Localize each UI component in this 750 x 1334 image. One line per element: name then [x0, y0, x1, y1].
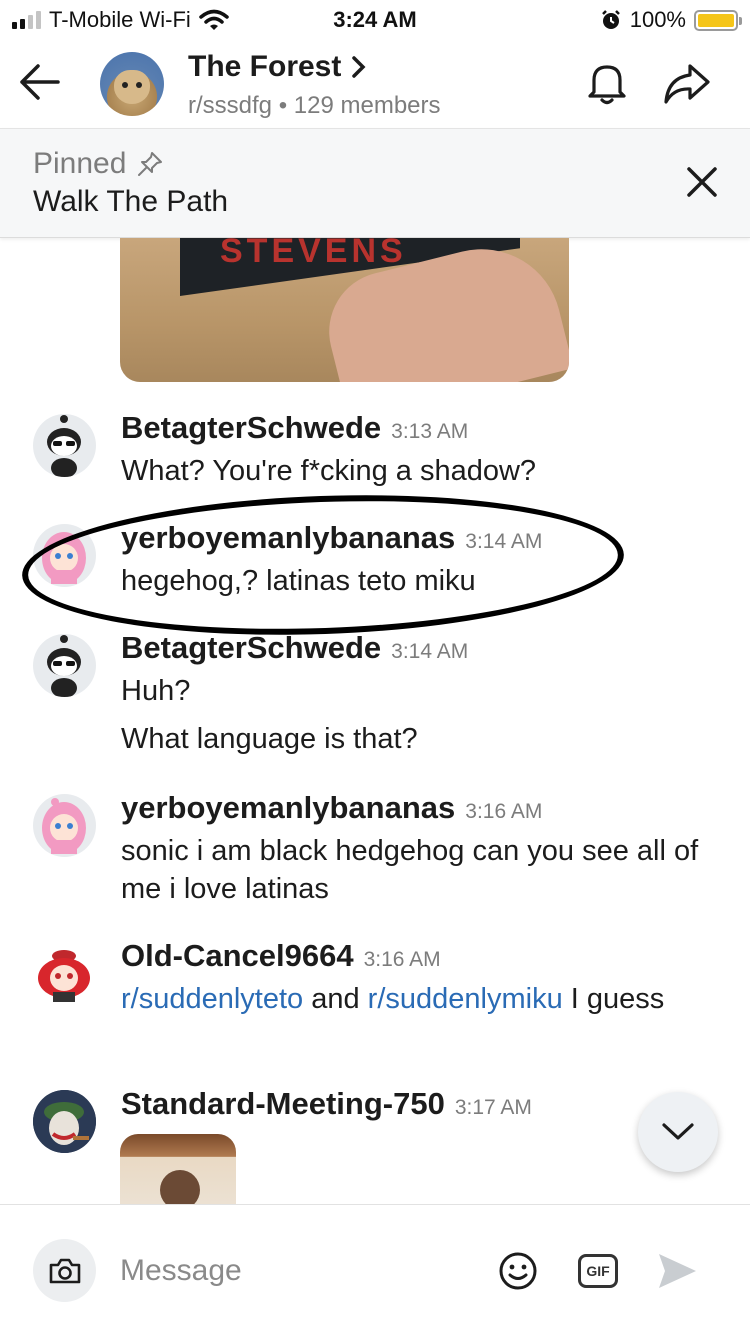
timestamp: 3:16 AM — [465, 800, 543, 823]
message-header: Standard-Meeting-750 3:17 AM — [121, 1086, 532, 1122]
status-right: 100% — [600, 7, 742, 33]
joker-avatar-icon — [33, 1090, 96, 1153]
avatar[interactable] — [33, 794, 96, 857]
alarm-icon — [601, 10, 620, 29]
subreddit-link[interactable]: r/suddenlymiku — [368, 983, 563, 1015]
community-name[interactable]: The Forest — [188, 50, 341, 84]
message-fragment: and — [303, 983, 368, 1015]
battery-percent: 100% — [629, 7, 686, 32]
back-arrow-icon[interactable] — [14, 56, 66, 108]
avatar[interactable] — [33, 1090, 96, 1153]
message-input[interactable] — [120, 1243, 480, 1299]
message-text: r/suddenlyteto and r/suddenlymiku I gues… — [121, 980, 721, 1018]
emoji-icon[interactable] — [498, 1251, 538, 1291]
book-title: STEVENS — [220, 238, 407, 270]
gif-icon[interactable]: GIF — [578, 1254, 618, 1288]
message-header: yerboyemanlybananas 3:16 AM — [121, 790, 542, 826]
username[interactable]: Standard-Meeting-750 — [121, 1086, 445, 1122]
chevron-down-icon — [662, 1123, 694, 1140]
anime-girl-avatar-icon — [42, 798, 86, 854]
timestamp: 3:14 AM — [391, 640, 469, 663]
camera-button[interactable] — [33, 1239, 96, 1302]
battery-icon — [694, 9, 742, 31]
message-text: Huh? — [121, 675, 191, 707]
message-text: What language is that? — [121, 723, 418, 755]
chat-header: The Forest r/sssdfg • 129 members — [0, 40, 750, 128]
image-attachment[interactable] — [120, 1134, 236, 1204]
message-fragment: I guess — [562, 983, 665, 1015]
member-count: 129 members — [293, 92, 441, 119]
subreddit-link[interactable]: r/suddenlyteto — [121, 983, 303, 1015]
username[interactable]: BetagterSchwede — [121, 410, 381, 446]
pin-icon — [138, 152, 163, 176]
close-icon[interactable] — [682, 162, 722, 202]
snoo-avatar-icon — [47, 635, 81, 697]
message-header: BetagterSchwede 3:13 AM — [121, 410, 468, 446]
avatar[interactable] — [33, 942, 96, 1005]
pinned-banner[interactable]: Pinned Walk The Path — [0, 128, 750, 238]
community-title[interactable]: The Forest — [188, 50, 367, 84]
person-shape — [160, 1170, 200, 1204]
community-subtitle: r/sssdfg • 129 members — [188, 92, 441, 120]
snoo-avatar-icon — [47, 415, 81, 477]
red-hair-avatar-icon — [38, 950, 90, 1002]
subreddit-name: r/sssdfg — [188, 92, 273, 119]
avatar[interactable] — [33, 634, 96, 697]
separator-dot: • — [278, 92, 294, 119]
avatar[interactable] — [33, 414, 96, 477]
message-text: What? You're f*cking a shadow? — [121, 455, 537, 487]
hand-drawn-circle-annotation — [19, 485, 627, 645]
chevron-right-icon — [352, 56, 366, 78]
pinned-label: Pinned — [33, 147, 127, 180]
message-composer: GIF — [0, 1204, 750, 1334]
pinned-message[interactable]: Walk The Path — [33, 185, 228, 219]
message-header: Old-Cancel9664 3:16 AM — [121, 938, 441, 974]
scroll-to-bottom-button[interactable] — [638, 1092, 718, 1172]
bell-icon[interactable] — [582, 58, 632, 108]
send-icon[interactable] — [656, 1251, 698, 1291]
share-icon[interactable] — [660, 58, 712, 108]
timestamp: 3:17 AM — [454, 1096, 532, 1119]
image-attachment[interactable]: STEVENS — [120, 238, 569, 382]
pinned-label-row: Pinned — [33, 147, 164, 181]
camera-icon — [49, 1258, 80, 1283]
chat-feed[interactable]: STEVENS BetagterSchwede 3:13 AM What? Yo… — [0, 238, 750, 1204]
message-text: sonic i am black hedgehog can you see al… — [121, 835, 699, 905]
timestamp: 3:13 AM — [391, 420, 469, 443]
username[interactable]: yerboyemanlybananas — [121, 790, 455, 826]
username[interactable]: BetagterSchwede — [121, 630, 381, 666]
status-bar: T-Mobile Wi-Fi 3:24 AM 100% — [0, 0, 750, 40]
timestamp: 3:16 AM — [363, 948, 441, 971]
message-header: BetagterSchwede 3:14 AM — [121, 630, 468, 666]
username[interactable]: Old-Cancel9664 — [121, 938, 354, 974]
community-avatar[interactable] — [100, 52, 164, 116]
